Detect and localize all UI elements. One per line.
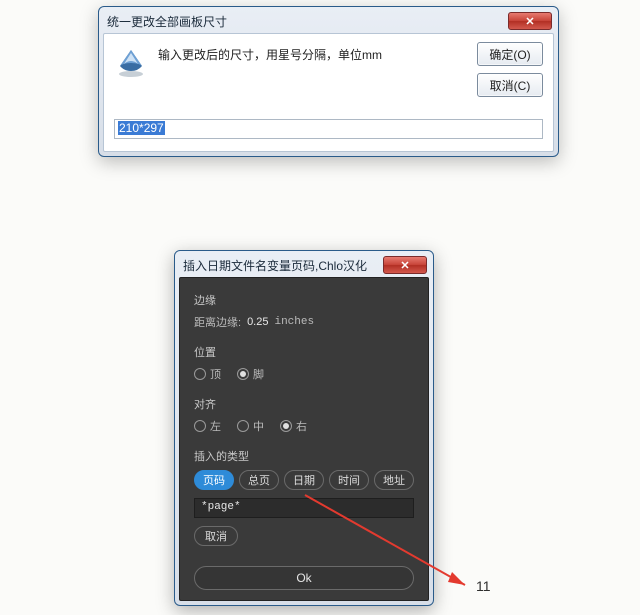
align-radio-label: 左 bbox=[210, 418, 221, 434]
format-input[interactable]: *page* bbox=[194, 498, 414, 518]
resize-artboards-dialog: 统一更改全部画板尺寸 ✕ 输入更改后的尺寸，用星号分隔，单位mm 确定(O) 取… bbox=[98, 6, 559, 157]
position-radio-footer[interactable] bbox=[237, 368, 249, 380]
cancel-button[interactable]: 取消 bbox=[194, 526, 238, 546]
dialog-title: 插入日期文件名变量页码,Chlo汉化 bbox=[183, 257, 383, 274]
insert-type-group: 插入的类型 页码总页日期时间地址文件名 bbox=[194, 448, 414, 490]
cancel-button[interactable]: 取消(C) bbox=[477, 73, 543, 97]
dialog-message: 输入更改后的尺寸，用星号分隔，单位mm bbox=[158, 44, 467, 63]
group-label: 位置 bbox=[194, 344, 414, 360]
insert-chip-path[interactable]: 地址 bbox=[374, 470, 414, 490]
insert-chip-time[interactable]: 时间 bbox=[329, 470, 369, 490]
format-input-value: *page* bbox=[201, 501, 241, 513]
insert-chip-page[interactable]: 页码 bbox=[194, 470, 234, 490]
align-radio-left[interactable] bbox=[194, 420, 206, 432]
dialog-title: 统一更改全部画板尺寸 bbox=[107, 13, 508, 30]
insert-variable-dialog: 插入日期文件名变量页码,Chlo汉化 ✕ 边缘 距离边缘: 0.25 inche… bbox=[174, 250, 434, 606]
group-label: 边缘 bbox=[194, 292, 414, 308]
close-icon: ✕ bbox=[525, 15, 534, 28]
margin-unit: inches bbox=[274, 316, 314, 328]
close-button[interactable]: ✕ bbox=[383, 256, 427, 274]
insert-chip-total[interactable]: 总页 bbox=[239, 470, 279, 490]
size-input-value: 210*297 bbox=[118, 121, 165, 135]
align-radio-label: 右 bbox=[296, 418, 307, 434]
position-radio-label: 顶 bbox=[210, 366, 221, 382]
margin-value[interactable]: 0.25 bbox=[247, 316, 268, 328]
dialog-body: 输入更改后的尺寸，用星号分隔，单位mm 确定(O) 取消(C) 210*297 bbox=[103, 33, 554, 152]
position-group: 位置 顶 脚 bbox=[194, 344, 414, 382]
align-group: 对齐 左 中 右 bbox=[194, 396, 414, 434]
align-radio-label: 中 bbox=[253, 418, 264, 434]
close-button[interactable]: ✕ bbox=[508, 12, 552, 30]
group-label: 插入的类型 bbox=[194, 448, 414, 464]
ok-button[interactable]: 确定(O) bbox=[477, 42, 543, 66]
align-radio-right[interactable] bbox=[280, 420, 292, 432]
info-icon bbox=[114, 44, 148, 78]
ok-button[interactable]: Ok bbox=[194, 566, 414, 590]
titlebar: 插入日期文件名变量页码,Chlo汉化 ✕ bbox=[179, 255, 429, 277]
align-radio-center[interactable] bbox=[237, 420, 249, 432]
close-icon: ✕ bbox=[400, 259, 409, 272]
dialog-body: 边缘 距离边缘: 0.25 inches 位置 顶 脚 对齐 左 中 右 插入的类型 … bbox=[179, 277, 429, 601]
page-number: 11 bbox=[476, 578, 491, 594]
insert-chip-date[interactable]: 日期 bbox=[284, 470, 324, 490]
size-input[interactable]: 210*297 bbox=[114, 119, 543, 139]
titlebar: 统一更改全部画板尺寸 ✕ bbox=[103, 11, 554, 33]
position-radio-header[interactable] bbox=[194, 368, 206, 380]
position-radio-label: 脚 bbox=[253, 366, 264, 382]
group-label: 对齐 bbox=[194, 396, 414, 412]
margin-label: 距离边缘: bbox=[194, 314, 241, 330]
margin-group: 边缘 距离边缘: 0.25 inches bbox=[194, 292, 414, 330]
